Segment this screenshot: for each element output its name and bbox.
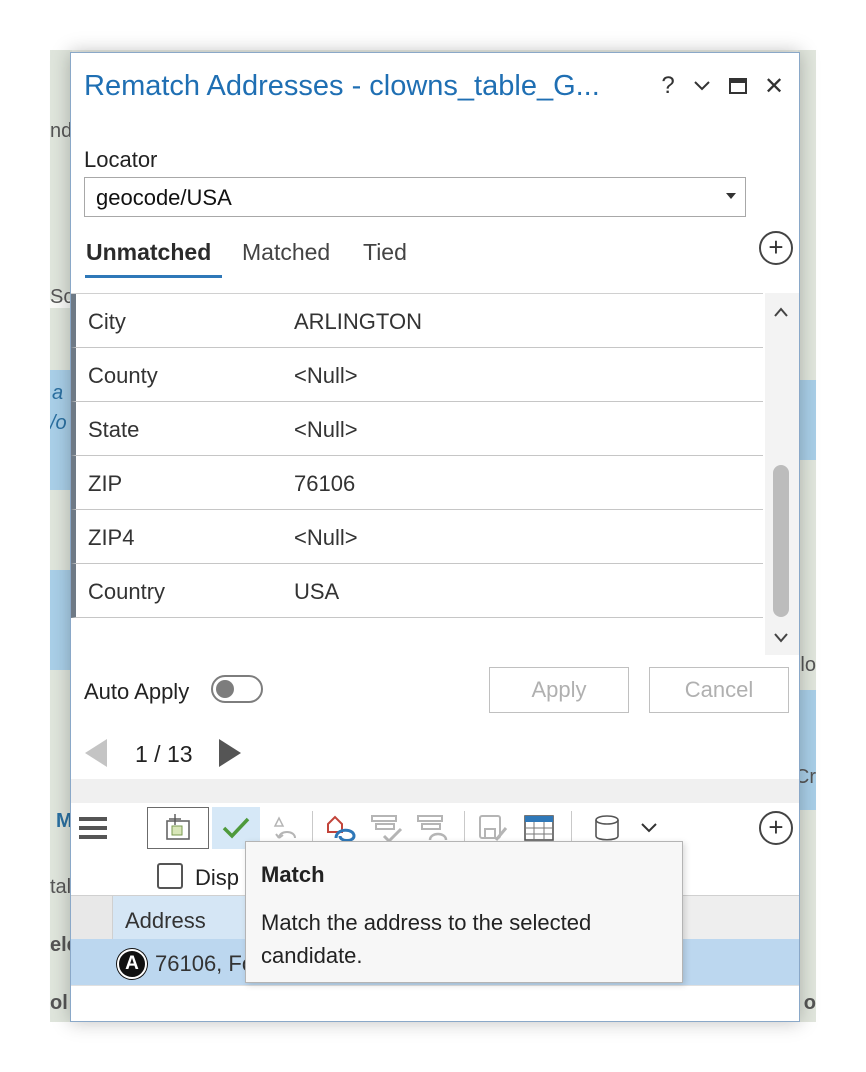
auto-apply-toggle[interactable] [211, 675, 263, 703]
pane-title-bar: Rematch Addresses - clowns_table_G... ? … [71, 53, 799, 123]
field-name: County [88, 363, 158, 388]
save-edit-icon [479, 815, 508, 841]
maximize-button[interactable] [723, 69, 753, 103]
row-selector-header [71, 896, 113, 940]
previous-record-icon[interactable] [85, 739, 107, 767]
field-name: ZIP4 [88, 525, 135, 550]
pane-options-button[interactable] [687, 69, 717, 103]
locator-label: Locator [84, 147, 158, 172]
field-row[interactable]: City ARLINGTON [71, 294, 763, 348]
database-icon [595, 815, 619, 841]
field-name: Country [88, 579, 166, 604]
field-value[interactable]: 76106 [294, 471, 355, 497]
zoom-to-candidate-button[interactable] [147, 807, 209, 849]
map-label: a [52, 382, 64, 404]
map-label: nd [50, 120, 73, 142]
display-checkbox[interactable] [157, 863, 183, 889]
tab-tied[interactable]: Tied [363, 239, 407, 266]
map-water [798, 690, 816, 810]
table-icon [524, 815, 554, 841]
add-candidate-icon [327, 815, 356, 842]
add-field-button[interactable]: + [759, 231, 793, 265]
field-row[interactable]: ZIP 76106 [71, 456, 763, 510]
filter-icon [371, 815, 403, 844]
close-button[interactable]: ✕ [759, 69, 789, 103]
candidate-address: 76106, Fo [155, 951, 255, 976]
record-counter: 1 / 13 [135, 741, 193, 767]
scroll-up-icon[interactable] [774, 305, 788, 319]
maximize-icon [729, 78, 747, 94]
map-label: ol [50, 992, 68, 1014]
map-label: o [803, 992, 816, 1014]
field-row[interactable]: Country USA [71, 564, 763, 618]
apply-button[interactable]: Apply [489, 667, 629, 713]
toggle-knob [216, 680, 234, 698]
match-tooltip: Match Match the address to the selected … [245, 841, 683, 983]
menu-button[interactable] [71, 807, 115, 849]
pane-title: Rematch Addresses - clowns_table_G... [84, 70, 600, 102]
cancel-button[interactable]: Cancel [649, 667, 789, 713]
locator-select[interactable]: geocode/USA [84, 177, 746, 217]
filter-rematch-icon [417, 815, 448, 841]
match-icon [222, 817, 250, 839]
dropdown-caret-icon [726, 193, 736, 199]
toolbar-separator [464, 811, 465, 845]
zoom-to-candidate-icon [166, 814, 190, 840]
field-value[interactable]: USA [294, 579, 339, 605]
display-checkbox-label: Disp [195, 865, 240, 890]
scroll-down-icon[interactable] [774, 631, 788, 645]
fields-scrollbar[interactable] [765, 293, 799, 655]
scrollbar-thumb[interactable] [773, 465, 789, 617]
field-name: City [88, 309, 126, 334]
active-tab-indicator [85, 275, 222, 278]
field-value[interactable]: <Null> [294, 417, 358, 443]
map-water [798, 380, 816, 460]
dropdown-chevron-icon [641, 823, 657, 833]
tab-unmatched[interactable]: Unmatched [86, 239, 211, 266]
plus-icon: + [768, 232, 784, 262]
field-row[interactable]: State <Null> [71, 402, 763, 456]
map-water [50, 570, 72, 670]
field-value[interactable]: <Null> [294, 525, 358, 551]
map-label: tal [50, 876, 72, 898]
chevron-down-icon [694, 81, 710, 91]
field-row[interactable]: ZIP4 <Null> [71, 510, 763, 564]
add-candidate-field-button[interactable]: + [759, 811, 793, 845]
map-strip-right [798, 50, 816, 1022]
map-label: lo [800, 654, 816, 676]
candidate-marker-icon: A [117, 949, 147, 979]
toolbar-separator [571, 811, 572, 845]
close-icon: ✕ [763, 72, 785, 100]
field-name: ZIP [88, 471, 123, 496]
add-icon: + [768, 812, 784, 842]
section-divider [71, 779, 799, 803]
field-name: State [88, 417, 140, 442]
field-value[interactable]: ARLINGTON [294, 309, 422, 335]
tab-matched[interactable]: Matched [242, 239, 330, 266]
help-button[interactable]: ? [653, 69, 683, 103]
address-fields-list: City ARLINGTON County <Null> State <Null… [71, 293, 763, 618]
help-icon: ? [661, 72, 675, 99]
toolbar-separator [312, 811, 313, 845]
auto-apply-label: Auto Apply [84, 679, 190, 704]
next-record-icon[interactable] [219, 739, 241, 767]
field-row[interactable]: County <Null> [71, 348, 763, 402]
field-value[interactable]: <Null> [294, 363, 358, 389]
menu-icon [79, 817, 107, 839]
map-label: /o [50, 412, 67, 434]
address-column-label: Address [125, 908, 206, 933]
locator-value: geocode/USA [96, 185, 232, 210]
unmatch-icon [273, 816, 296, 839]
tooltip-body: Match the address to the selected candid… [261, 910, 592, 968]
table-empty-area [71, 985, 799, 1021]
tooltip-title: Match [261, 862, 325, 887]
